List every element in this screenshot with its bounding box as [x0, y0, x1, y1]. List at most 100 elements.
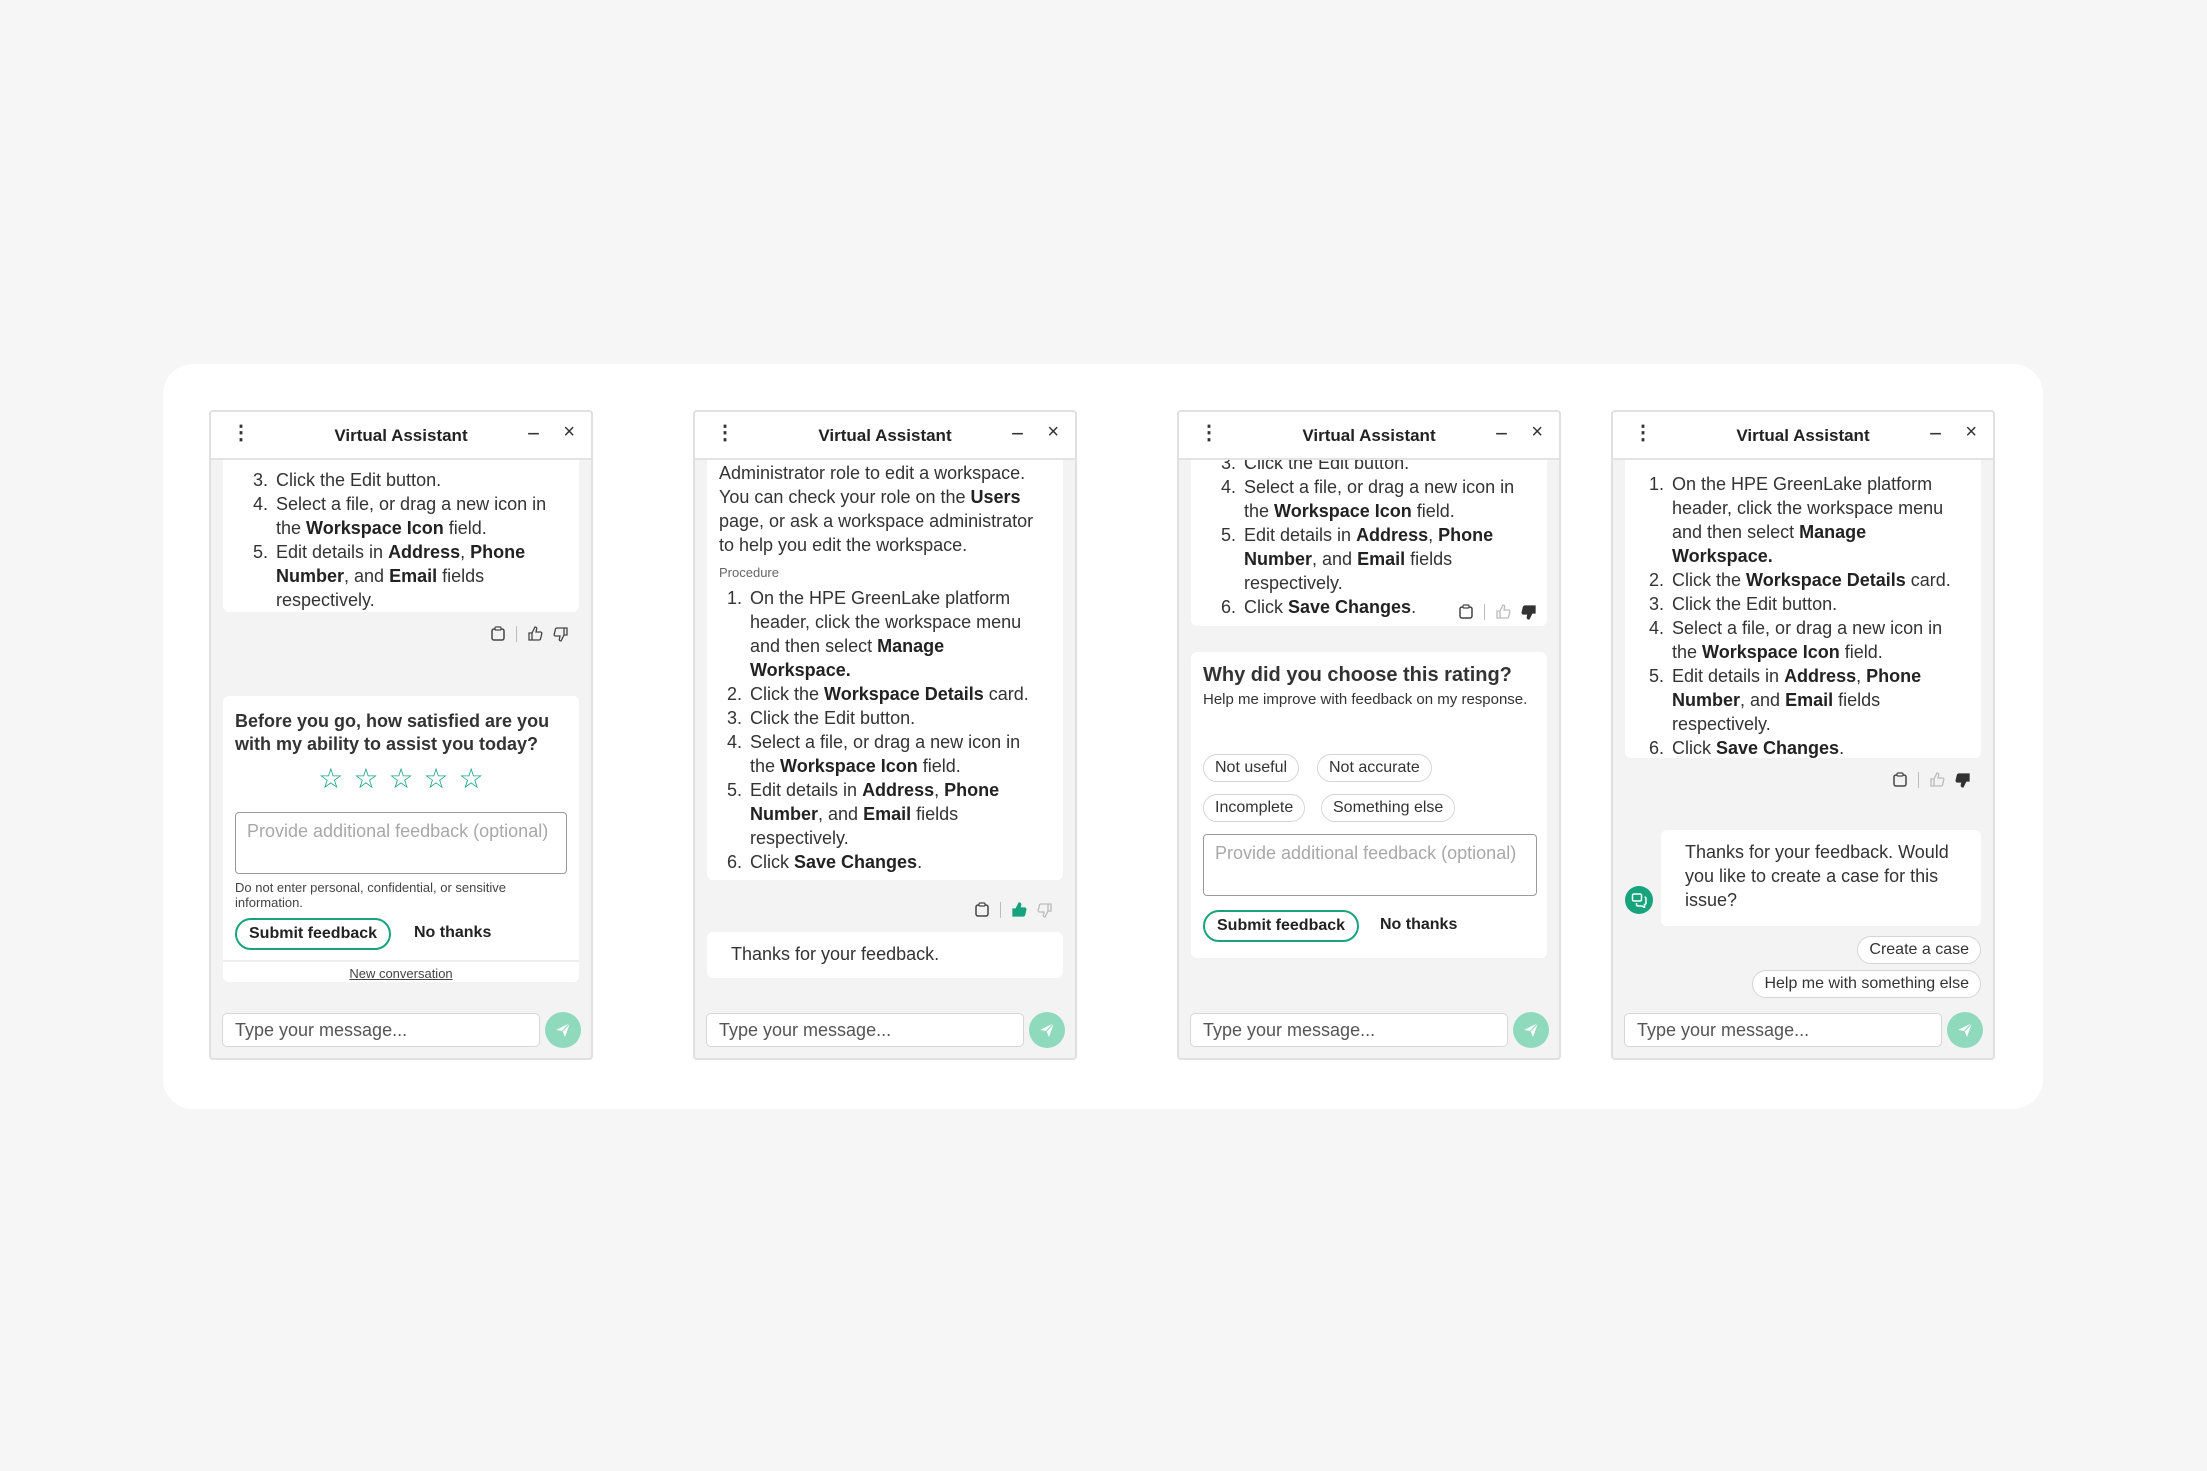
- step-item: Edit details in Address, Phone Number, a…: [1669, 664, 1967, 736]
- divider: [1484, 604, 1485, 620]
- chat-bubbles-icon: [1631, 893, 1647, 908]
- answer-intro: Administrator role to edit a workspace. …: [719, 463, 1034, 555]
- new-conversation-link[interactable]: New conversation: [223, 966, 579, 981]
- chat-body[interactable]: Click the Edit button.Select a file, or …: [1179, 460, 1559, 1006]
- step-item: Click the Edit button.: [1241, 460, 1533, 475]
- thumbs-up-icon[interactable]: [1011, 902, 1027, 918]
- message-input[interactable]: Type your message...: [1190, 1013, 1508, 1047]
- response-actions: [1892, 770, 1971, 790]
- steps-list: Click the Edit button.Select a file, or …: [1191, 460, 1547, 619]
- thumbs-down-icon[interactable]: [1037, 902, 1053, 918]
- response-actions: [490, 624, 569, 644]
- chat-panel-reason: ⋮ Virtual Assistant − × Click the Edit b…: [1177, 410, 1561, 1060]
- step-item: Click the Edit button.: [747, 706, 1049, 730]
- close-icon[interactable]: ×: [1531, 421, 1543, 444]
- step-item: Click the Workspace Details card.: [1669, 568, 1967, 592]
- thumbs-down-icon[interactable]: [1521, 604, 1537, 620]
- chip-not-accurate[interactable]: Not accurate: [1317, 754, 1432, 782]
- send-icon: [1958, 1022, 1973, 1037]
- copy-icon[interactable]: [974, 902, 990, 918]
- message-input[interactable]: Type your message...: [706, 1013, 1024, 1047]
- chat-header: ⋮ Virtual Assistant − ×: [695, 412, 1075, 460]
- steps-list: On the HPE GreenLake platform header, cl…: [1625, 472, 1981, 758]
- message-input[interactable]: Type your message...: [1624, 1013, 1942, 1047]
- send-button[interactable]: [545, 1012, 581, 1048]
- rating-card: Before you go, how satisfied are you wit…: [223, 696, 579, 982]
- steps-list: On the HPE GreenLake platform header, cl…: [707, 586, 1063, 874]
- send-button[interactable]: [1513, 1012, 1549, 1048]
- reason-card: Why did you choose this rating? Help me …: [1191, 652, 1547, 958]
- divider: [516, 626, 517, 642]
- thumbs-up-icon[interactable]: [527, 626, 543, 642]
- minimize-icon[interactable]: −: [527, 421, 540, 447]
- answer-card: Click the Edit button.Select a file, or …: [223, 460, 579, 612]
- chat-header: ⋮ Virtual Assistant − ×: [211, 412, 591, 460]
- thumbs-up-icon[interactable]: [1495, 604, 1511, 620]
- star-icon[interactable]: ☆: [318, 762, 343, 795]
- submit-feedback-button[interactable]: Submit feedback: [1203, 910, 1360, 942]
- why-subtitle: Help me improve with feedback on my resp…: [1203, 691, 1528, 708]
- steps-list: Click the Edit button.Select a file, or …: [223, 468, 579, 612]
- message-input[interactable]: Type your message...: [222, 1013, 540, 1047]
- step-item: Edit details in Address, Phone Number, a…: [273, 540, 565, 612]
- chip-incomplete[interactable]: Incomplete: [1203, 794, 1306, 822]
- step-item: On the HPE GreenLake platform header, cl…: [1669, 472, 1967, 568]
- chat-body[interactable]: Click the Edit button.Select a file, or …: [211, 460, 591, 1006]
- star-icon[interactable]: ☆: [424, 762, 449, 795]
- step-item: Edit details in Address, Phone Number, a…: [1241, 523, 1533, 595]
- step-item: Select a file, or drag a new icon in the…: [273, 492, 565, 540]
- send-icon: [556, 1022, 571, 1037]
- chip-something-else[interactable]: Something else: [1321, 794, 1456, 822]
- step-item: Click Save Changes.: [747, 850, 1049, 874]
- step-item: On the HPE GreenLake platform header, cl…: [747, 586, 1049, 682]
- send-icon: [1524, 1022, 1539, 1037]
- send-icon: [1040, 1022, 1055, 1037]
- step-item: Select a file, or drag a new icon in the…: [1241, 475, 1533, 523]
- star-icon[interactable]: ☆: [459, 762, 484, 795]
- minimize-icon[interactable]: −: [1495, 421, 1508, 447]
- response-actions: [1458, 602, 1537, 622]
- thumbs-down-icon[interactable]: [1955, 772, 1971, 788]
- divider: [1918, 772, 1919, 788]
- chat-body[interactable]: Administrator role to edit a workspace. …: [695, 460, 1075, 1006]
- help-something-else-button[interactable]: Help me with something else: [1752, 970, 1981, 998]
- thanks-message: Thanks for your feedback.: [707, 932, 1063, 978]
- chat-body[interactable]: On the HPE GreenLake platform header, cl…: [1613, 460, 1993, 1006]
- chat-panel-create-case: ⋮ Virtual Assistant − × On the HPE Green…: [1611, 410, 1995, 1060]
- minimize-icon[interactable]: −: [1011, 421, 1024, 447]
- thanks-text: Thanks for your feedback.: [731, 944, 940, 964]
- close-icon[interactable]: ×: [1965, 421, 1977, 444]
- star-icon[interactable]: ☆: [388, 762, 413, 795]
- bot-message-text: Thanks for your feedback. Would you like…: [1685, 842, 1949, 910]
- copy-icon[interactable]: [490, 626, 506, 642]
- send-button[interactable]: [1947, 1012, 1983, 1048]
- create-case-button[interactable]: Create a case: [1857, 936, 1981, 964]
- star-icon[interactable]: ☆: [353, 762, 378, 795]
- step-item: Click Save Changes.: [1669, 736, 1967, 758]
- chat-header: ⋮ Virtual Assistant − ×: [1179, 412, 1559, 460]
- step-item: Select a file, or drag a new icon in the…: [747, 730, 1049, 778]
- chat-panel-rating: ⋮ Virtual Assistant − × Click the Edit b…: [209, 410, 593, 1060]
- step-item: Click the Edit button.: [273, 468, 565, 492]
- no-thanks-button[interactable]: No thanks: [1380, 916, 1457, 934]
- step-item: Click the Workspace Details card.: [747, 682, 1049, 706]
- response-actions: [974, 900, 1053, 920]
- feedback-textarea[interactable]: Provide additional feedback (optional): [1203, 834, 1537, 896]
- thumbs-up-icon[interactable]: [1929, 772, 1945, 788]
- copy-icon[interactable]: [1892, 772, 1908, 788]
- submit-feedback-button[interactable]: Submit feedback: [235, 918, 392, 950]
- bot-avatar: [1625, 886, 1653, 914]
- no-thanks-button[interactable]: No thanks: [414, 924, 491, 942]
- minimize-icon[interactable]: −: [1929, 421, 1942, 447]
- close-icon[interactable]: ×: [1047, 421, 1059, 444]
- star-rating[interactable]: ☆ ☆ ☆ ☆ ☆: [223, 762, 579, 795]
- close-icon[interactable]: ×: [563, 421, 575, 444]
- bot-message: Thanks for your feedback. Would you like…: [1661, 830, 1981, 926]
- why-title: Why did you choose this rating?: [1203, 664, 1512, 686]
- chip-not-useful[interactable]: Not useful: [1203, 754, 1300, 782]
- feedback-textarea[interactable]: Provide additional feedback (optional): [235, 812, 567, 874]
- thumbs-down-icon[interactable]: [553, 626, 569, 642]
- rating-question: Before you go, how satisfied are you wit…: [235, 711, 550, 754]
- copy-icon[interactable]: [1458, 604, 1474, 620]
- send-button[interactable]: [1029, 1012, 1065, 1048]
